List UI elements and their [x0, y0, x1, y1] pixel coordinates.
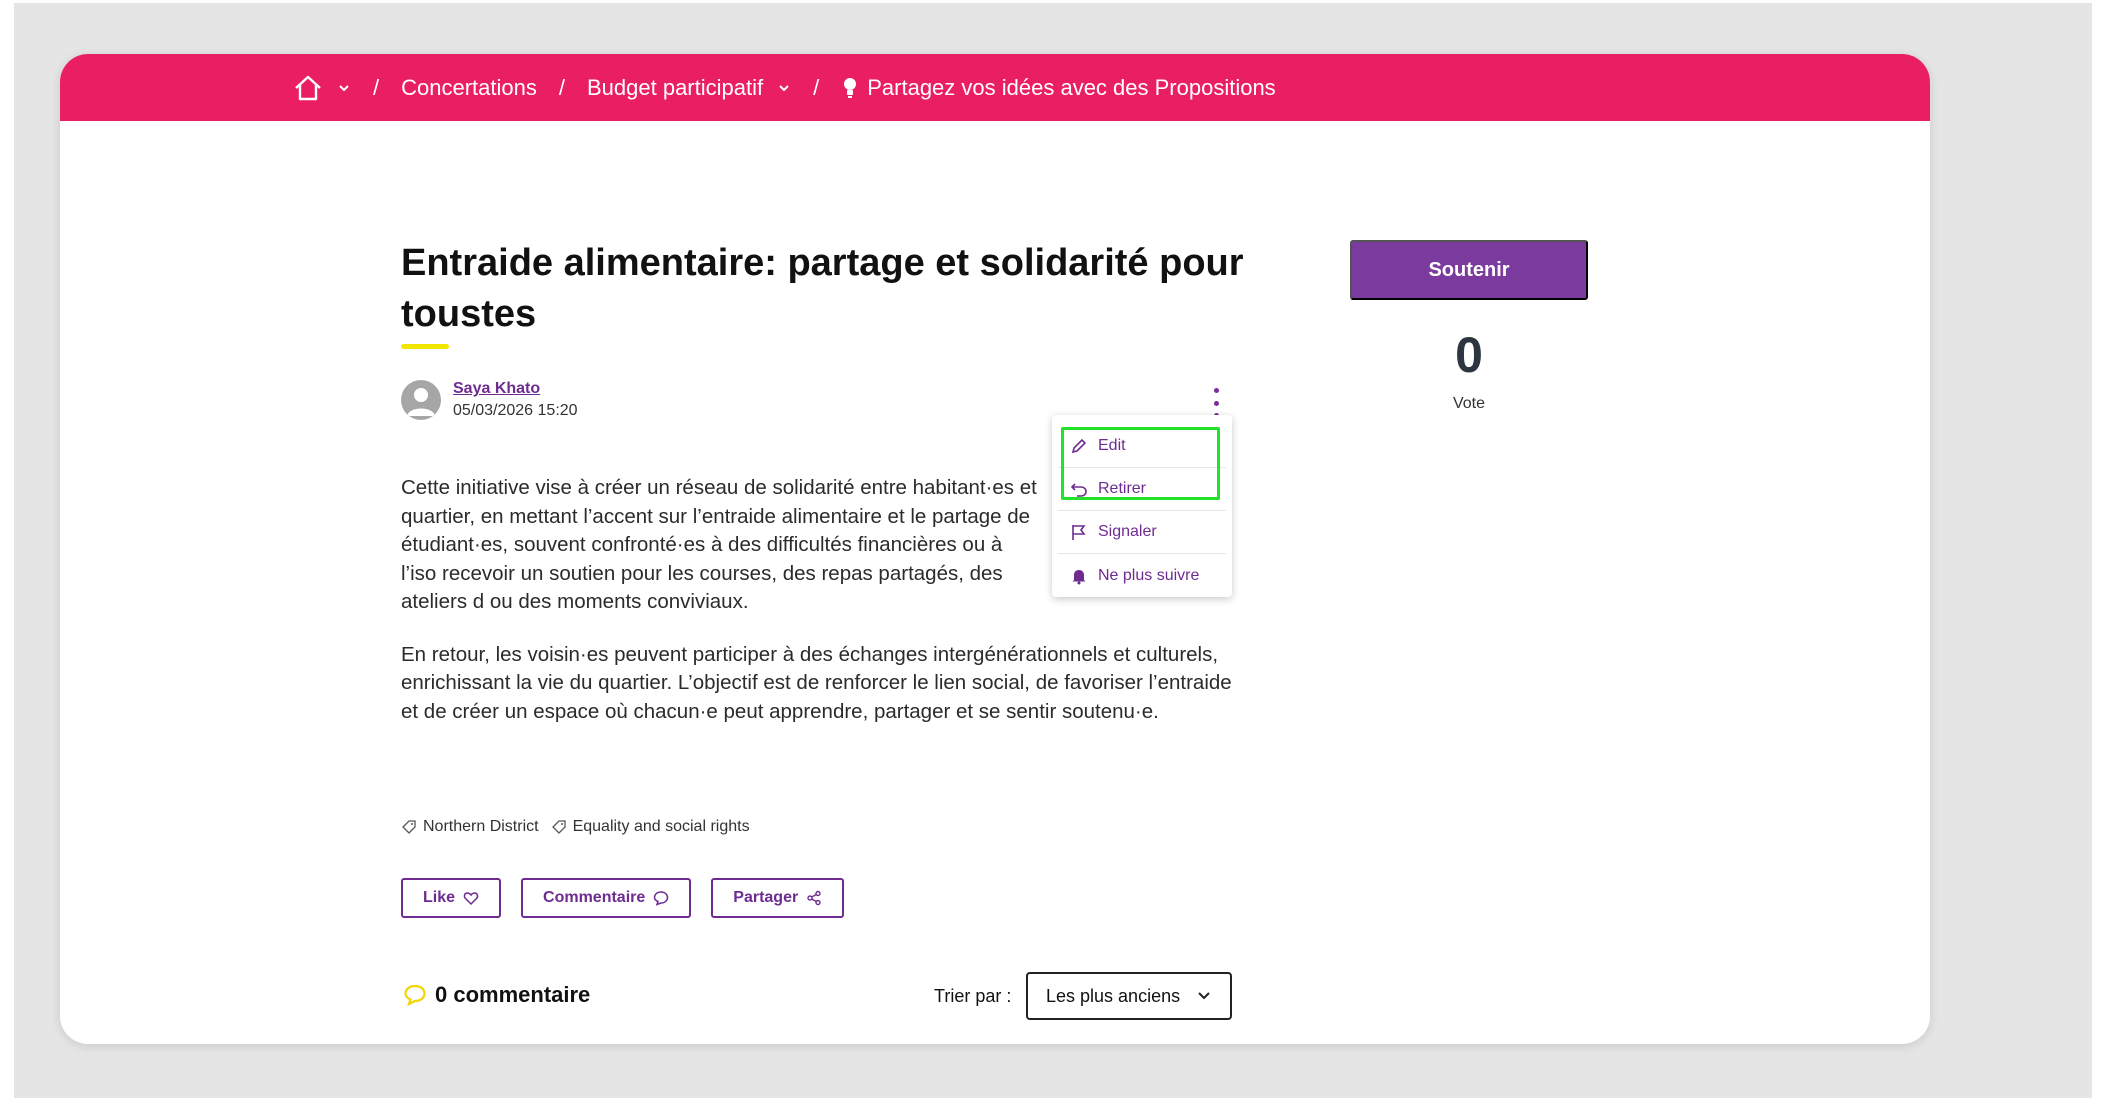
like-button[interactable]: Like [401, 878, 502, 918]
menu-item-label: Retirer [1098, 480, 1147, 497]
tag-item[interactable]: Northern District [401, 818, 539, 836]
support-button[interactable]: Soutenir [1350, 240, 1588, 300]
comment-button[interactable]: Commentaire [521, 878, 692, 918]
menu-item-unfollow[interactable]: Ne plus suivre [1058, 554, 1226, 597]
like-label: Like [423, 889, 456, 906]
lightbulb-icon [841, 76, 859, 100]
tag-label: Northern District [423, 818, 539, 835]
undo-icon [1070, 480, 1088, 498]
breadcrumb: / Concertations / Budget participatif / … [60, 54, 1930, 121]
heart-icon [463, 890, 479, 906]
comment-icon [653, 890, 669, 906]
share-label: Partager [733, 889, 799, 906]
options-menu: Edit Retirer Signaler Ne plus suivre [1052, 415, 1232, 597]
pencil-icon [1070, 437, 1088, 455]
breadcrumb-item-budget[interactable]: Budget participatif [587, 75, 791, 101]
comment-bubble-icon [403, 983, 427, 1007]
comments-count-label: 0 commentaire [435, 982, 591, 1007]
more-options-icon[interactable] [1208, 388, 1224, 418]
page-card: / Concertations / Budget participatif / … [60, 54, 1930, 1044]
paragraph: En retour, les voisin·es peuvent partici… [401, 642, 1232, 723]
breadcrumb-home[interactable] [293, 74, 351, 102]
menu-item-label: Ne plus suivre [1098, 566, 1200, 584]
menu-item-label: Signaler [1098, 523, 1157, 540]
frame-left [0, 0, 14, 1110]
sort-value: Les plus anciens [1046, 985, 1181, 1006]
author-link[interactable]: Saya Khato [453, 380, 540, 398]
sort-select[interactable]: Les plus anciens [1026, 972, 1232, 1020]
tag-icon [401, 819, 417, 835]
chevron-down-icon [1196, 988, 1212, 1004]
breadcrumb-separator: / [813, 74, 820, 100]
breadcrumb-item-concertations[interactable]: Concertations [401, 75, 537, 101]
menu-item-retirer[interactable]: Retirer [1058, 468, 1226, 511]
action-bar: Like Commentaire Partager [401, 878, 864, 918]
chevron-down-icon[interactable] [337, 81, 351, 95]
breadcrumb-item-label: Budget participatif [587, 74, 764, 100]
menu-item-signaler[interactable]: Signaler [1058, 511, 1226, 554]
title-underline [401, 344, 449, 349]
breadcrumb-item-label: Partagez vos idées avec des Propositions [867, 74, 1276, 100]
frame-right [2092, 0, 2104, 1110]
tag-label: Equality and social rights [572, 818, 750, 835]
tag-icon [551, 819, 567, 835]
flag-icon [1070, 523, 1088, 541]
breadcrumb-item-propositions[interactable]: Partagez vos idées avec des Propositions [841, 74, 1276, 101]
avatar[interactable] [401, 380, 441, 420]
chevron-down-icon[interactable] [777, 81, 791, 95]
comment-label: Commentaire [543, 889, 646, 906]
vote-label: Vote [1452, 395, 1486, 412]
breadcrumb-separator: / [373, 74, 380, 100]
paragraph: Cette initiative vise à créer un réseau … [401, 476, 1037, 613]
vote-count: 0 [1455, 327, 1483, 383]
share-icon [806, 890, 822, 906]
page-title: Entraide alimentaire: partage et solidar… [401, 242, 1244, 335]
sort-label: Trier par : [934, 986, 1012, 1006]
share-button[interactable]: Partager [711, 878, 845, 918]
comments-count: 0 commentaire [403, 982, 590, 1008]
tag-item[interactable]: Equality and social rights [551, 818, 750, 836]
tag-list: Northern District Equality and social ri… [401, 818, 762, 836]
home-icon[interactable] [293, 74, 323, 102]
frame-bottom [0, 1098, 2104, 1110]
frame-top [0, 0, 2104, 3]
bell-icon [1070, 567, 1088, 585]
publish-date: 05/03/2026 15:20 [453, 402, 578, 419]
breadcrumb-separator: / [558, 74, 565, 100]
menu-item-edit[interactable]: Edit [1058, 425, 1226, 468]
menu-item-label: Edit [1098, 437, 1126, 454]
